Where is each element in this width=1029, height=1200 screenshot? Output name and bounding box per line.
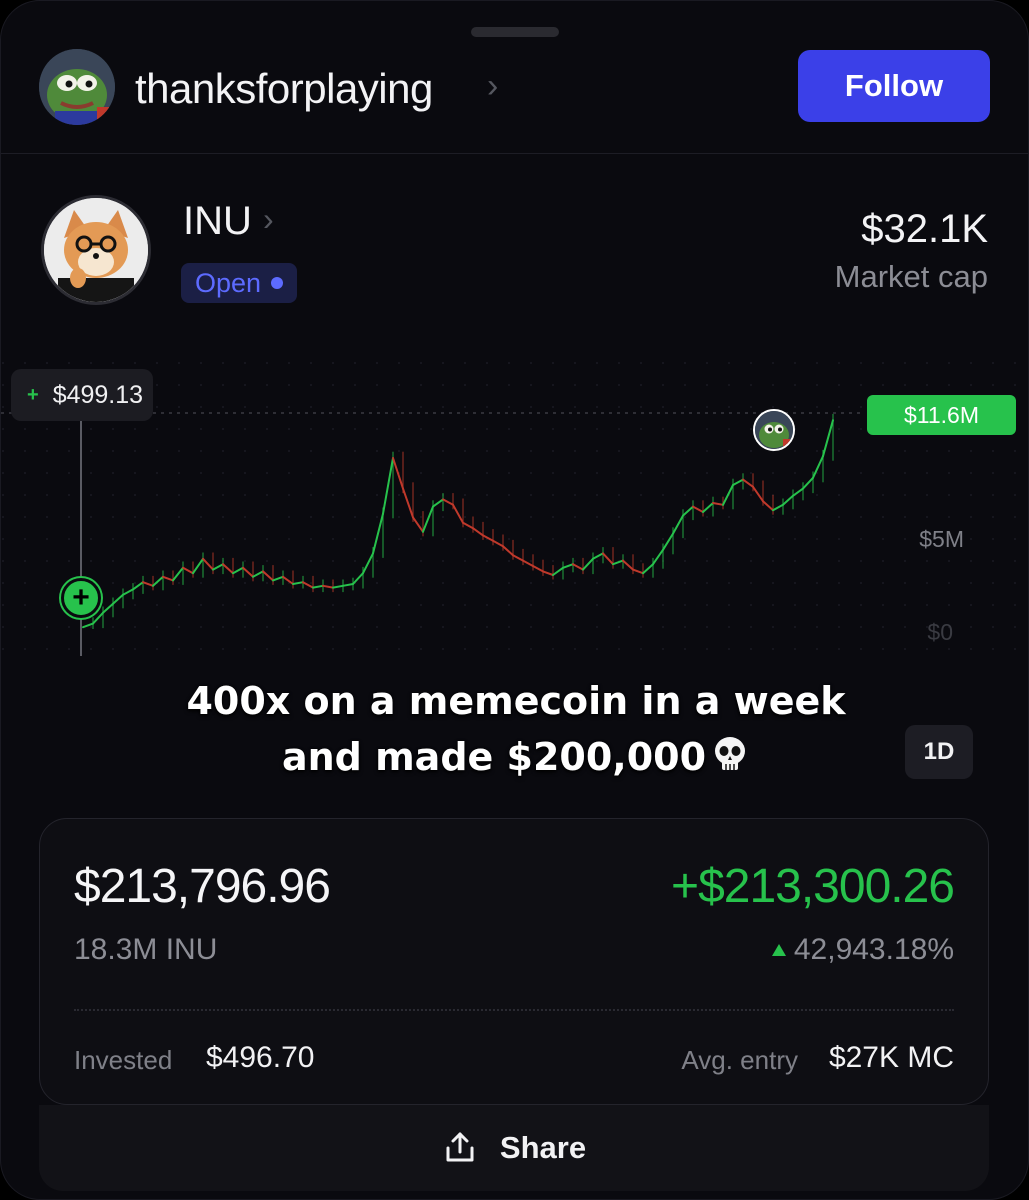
share-icon — [446, 1132, 474, 1162]
username[interactable]: thanksforplaying — [135, 65, 433, 113]
entry-price-tag: + $499.13 — [11, 369, 153, 421]
position-gain-percent: 42,943.18% — [771, 933, 954, 967]
share-button[interactable]: Share — [39, 1105, 989, 1191]
video-caption: 400x on a memecoin in a week and made $2… — [121, 673, 911, 785]
frog-avatar-icon[interactable] — [753, 409, 795, 451]
token-header: INU › Open $32.1K Market cap — [41, 193, 988, 308]
skull-icon — [710, 733, 750, 773]
caption-line-2: and made $200,000 — [121, 729, 911, 785]
time-range-button[interactable]: 1D — [905, 725, 973, 779]
share-label: Share — [499, 1130, 587, 1165]
plus-icon: + — [27, 383, 39, 406]
gain-percent-value: 42,943.18% — [793, 933, 954, 966]
chevron-right-icon[interactable]: › — [487, 67, 498, 106]
status-label: Open — [195, 267, 262, 298]
y-axis-label: $5M — [919, 526, 964, 552]
position-gain: +$213,300.26 — [671, 860, 955, 913]
caption-line-1: 400x on a memecoin in a week — [186, 679, 846, 723]
market-cap-value: $32.1K — [861, 207, 988, 251]
frog-avatar-icon[interactable] — [39, 49, 115, 125]
phone-screen: thanksforplaying › Follow INU › Open $32… — [0, 0, 1029, 1200]
token-name[interactable]: INU — [183, 199, 252, 244]
position-card: $213,796.96 +$213,300.26 18.3M INU 42,94… — [39, 818, 989, 1105]
header-divider — [1, 153, 1028, 154]
current-price-tag: $11.6M — [867, 395, 1016, 435]
avg-entry-value: $27K MC — [828, 1041, 954, 1074]
position-value: $213,796.96 — [74, 860, 331, 913]
user-header: thanksforplaying › Follow — [39, 45, 990, 125]
arrow-up-icon — [771, 944, 786, 956]
invested-value: $496.70 — [206, 1041, 315, 1074]
market-cap-label: Market cap — [834, 259, 988, 294]
sheet-grabber[interactable] — [471, 27, 559, 37]
buy-marker-plus-icon[interactable]: + — [61, 578, 101, 618]
doge-token-icon[interactable] — [41, 195, 151, 305]
status-badge: Open — [181, 263, 298, 303]
avg-entry-label: Avg. entry — [681, 1045, 798, 1075]
status-dot-icon — [271, 277, 284, 289]
y-axis-label: $0 — [927, 619, 953, 645]
chevron-right-icon[interactable]: › — [263, 201, 274, 238]
card-divider — [74, 1009, 954, 1011]
caption-line-2-text: and made $200,000 — [281, 735, 707, 779]
entry-price-value: $499.13 — [52, 380, 144, 409]
follow-button[interactable]: Follow — [798, 50, 990, 122]
position-quantity: 18.3M INU — [74, 933, 218, 966]
invested-label: Invested — [74, 1045, 173, 1075]
